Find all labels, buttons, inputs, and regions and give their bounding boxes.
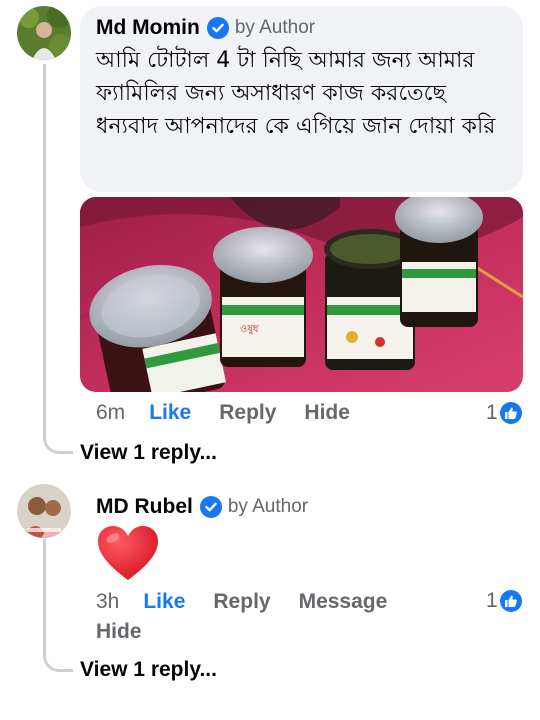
author-name[interactable]: Md Momin [96,16,200,40]
author-row: Md Momin by Author [96,16,507,40]
comment-timestamp[interactable]: 3h [96,590,119,614]
reaction-count: 1 [486,589,498,612]
avatar[interactable] [17,6,71,60]
jars-photo-image: ওষুধ [80,197,523,392]
thumbs-up-icon [499,402,522,424]
reaction-count: 1 [486,401,498,424]
message-button[interactable]: Message [299,590,388,614]
view-replies-link[interactable]: View 1 reply... [80,658,217,682]
comment-actions: 6m Like Reply Hide [96,401,378,425]
red-heart-emoji-icon [98,526,158,580]
avatar-image [17,484,71,538]
comment-text: আমি টোটাল 4 টা নিছি আমার জন্য আমার ফ্যাম… [96,48,496,139]
author-badge-label: by Author [227,496,309,517]
comment-bubble: Md Momin by Author আমি টোটাল 4 টা নিছি আ… [80,6,523,192]
author-badge-label: by Author [234,17,316,38]
reply-button[interactable]: Reply [219,401,276,425]
view-replies-link[interactable]: View 1 reply... [80,441,217,465]
comment-timestamp[interactable]: 6m [96,401,125,425]
reply-button[interactable]: Reply [213,590,270,614]
thread-line [43,539,46,629]
hide-button[interactable]: Hide [96,620,142,644]
like-button[interactable]: Like [149,401,191,425]
hide-button[interactable]: Hide [304,401,350,425]
verified-badge-icon [206,17,229,39]
comment-photo[interactable]: ওষুধ [80,197,523,392]
thread-connector [43,620,73,672]
reaction-summary[interactable]: 1 [486,401,522,425]
comment-actions: 3h Like Reply Message [96,590,415,614]
thread-line [43,64,46,416]
thread-connector [43,400,73,454]
avatar-image [17,6,71,60]
author-row: MD Rubel by Author [96,495,308,519]
svg-text:ওষুধ: ওষুধ [240,324,259,335]
author-name[interactable]: MD Rubel [96,495,193,519]
comment-actions-wrap: Hide [96,620,170,644]
like-button[interactable]: Like [143,590,185,614]
avatar[interactable] [17,484,71,538]
reaction-summary[interactable]: 1 [486,589,522,613]
thumbs-up-icon [499,590,522,612]
verified-badge-icon [199,496,222,518]
